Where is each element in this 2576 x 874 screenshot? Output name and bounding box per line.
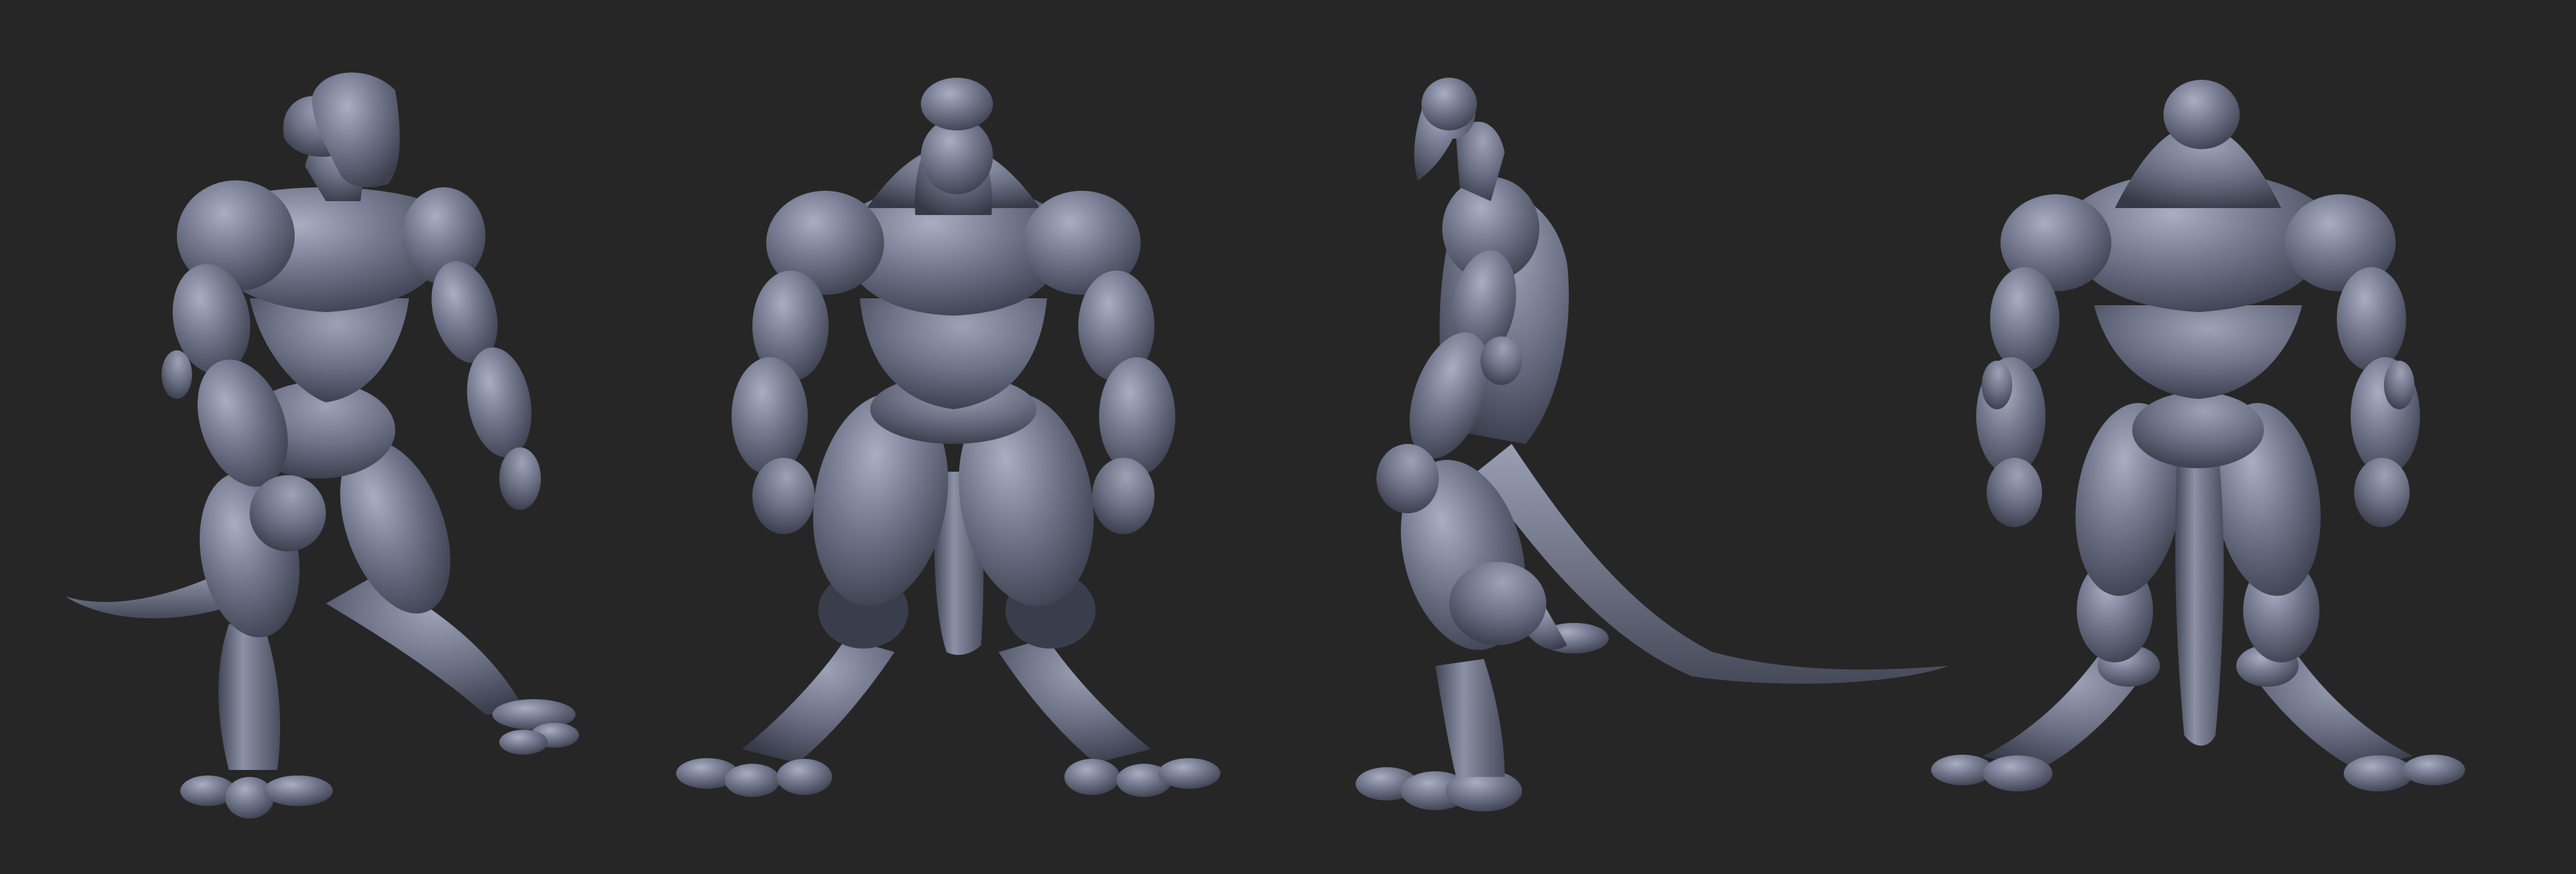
- creature-side-view: [1356, 78, 1948, 812]
- creature-three-quarter-view: [66, 72, 579, 819]
- creature-front-view: [676, 78, 1220, 797]
- sculpt-viewport[interactable]: [0, 0, 2576, 874]
- sculpt-canvas[interactable]: [0, 0, 2576, 874]
- creature-back-view: [1931, 80, 2465, 791]
